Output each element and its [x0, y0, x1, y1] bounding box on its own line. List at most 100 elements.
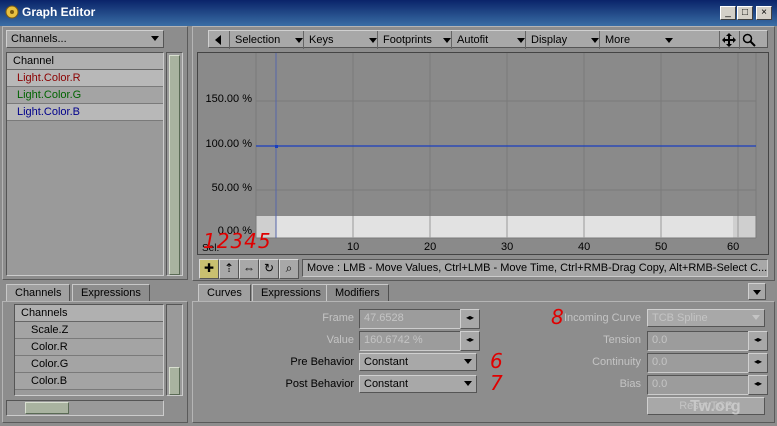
chevron-down-icon: [151, 36, 159, 41]
scroll-thumb[interactable]: [169, 367, 180, 395]
spin-arrows-icon: ◂▸: [753, 335, 763, 344]
chevron-down-icon: [517, 38, 525, 43]
roll-tool-button[interactable]: ↻: [259, 259, 279, 279]
menu-more[interactable]: More: [599, 31, 677, 49]
tab-modifiers[interactable]: Modifiers: [326, 284, 389, 301]
horizontal-scrollbar[interactable]: [6, 400, 164, 416]
x-tick-label: 30: [501, 241, 514, 253]
pre-behavior-dropdown[interactable]: Constant: [359, 353, 477, 371]
chevron-down-icon: [464, 359, 472, 364]
y-tick-label: 50.00 %: [211, 182, 252, 194]
tab-lower-expressions[interactable]: Expressions: [252, 284, 330, 301]
list-item[interactable]: Light.Color.R: [7, 70, 163, 87]
chevron-down-icon: [665, 38, 673, 43]
graph-canvas: [255, 53, 757, 239]
annotation-6: 6: [490, 349, 503, 373]
rotate-icon: ↻: [263, 261, 275, 275]
menu-keys[interactable]: Keys: [303, 31, 381, 49]
app-icon: [4, 4, 20, 20]
curve-graph[interactable]: 150.00 % 100.00 % 50.00 % 0.00 % 10 20 3…: [197, 52, 769, 255]
value-spinner[interactable]: ◂▸: [460, 331, 480, 351]
bottom-list-scrollbar[interactable]: [166, 304, 183, 396]
list-item[interactable]: Color.R: [15, 339, 163, 356]
x-tick-label: 60: [727, 241, 740, 253]
frame-spinner[interactable]: ◂▸: [460, 309, 480, 329]
tension-input[interactable]: 0.0: [647, 331, 751, 351]
magnifier-icon: ⌕: [285, 261, 293, 275]
spin-arrows-icon: ◂▸: [753, 379, 763, 388]
pre-behavior-label: Pre Behavior: [290, 356, 354, 368]
bottom-list-header: Channels: [15, 305, 163, 322]
pan-button[interactable]: [719, 31, 740, 49]
close-button[interactable]: ×: [756, 6, 772, 20]
list-item[interactable]: Color.G: [15, 356, 163, 373]
incoming-curve-dropdown[interactable]: TCB Spline: [647, 309, 765, 327]
tension-label: Tension: [603, 334, 641, 346]
move-key-tool-button[interactable]: ⇡: [219, 259, 239, 279]
window-title: Graph Editor: [22, 5, 96, 19]
list-item[interactable]: Light.Color.G: [7, 87, 163, 104]
frame-input[interactable]: 47.6528: [359, 309, 463, 329]
zoom-tool-button[interactable]: ⌕: [279, 259, 299, 279]
title-bar: [0, 0, 777, 26]
chevron-down-icon: [752, 315, 760, 320]
minimize-button[interactable]: _: [720, 6, 736, 20]
channel-list-scrollbar[interactable]: [166, 52, 183, 276]
graph-menubar: Selection Keys Footprints Autofit Displa…: [208, 30, 768, 49]
key-move-icon: ⇡: [223, 261, 235, 275]
menu-display[interactable]: Display: [525, 31, 603, 49]
stretch-icon: ⇔: [243, 261, 255, 275]
scroll-thumb[interactable]: [25, 402, 69, 414]
post-behavior-dropdown[interactable]: Constant: [359, 375, 477, 393]
curve-key: [275, 145, 278, 148]
plus-icon: ✚: [203, 261, 215, 275]
x-tick-label: 20: [424, 241, 437, 253]
list-item[interactable]: Color.B: [15, 373, 163, 390]
channel-list-header: Channel: [7, 53, 163, 70]
watermark: Tw.org: [690, 398, 741, 415]
menu-autofit[interactable]: Autofit: [451, 31, 529, 49]
magnifier-icon: [742, 33, 756, 47]
bias-label: Bias: [619, 378, 641, 390]
continuity-spinner[interactable]: ◂▸: [748, 353, 768, 373]
spin-arrows-icon: ◂▸: [465, 313, 475, 322]
value-label: Value: [326, 334, 354, 346]
chevron-down-icon: [753, 290, 761, 295]
post-behavior-label: Post Behavior: [285, 378, 354, 390]
tension-spinner[interactable]: ◂▸: [748, 331, 768, 351]
stretch-tool-button[interactable]: ⇔: [239, 259, 259, 279]
tab-expressions[interactable]: Expressions: [72, 284, 150, 301]
continuity-input[interactable]: 0.0: [647, 353, 751, 373]
y-tick-label: 100.00 %: [205, 138, 252, 150]
spin-arrows-icon: ◂▸: [465, 335, 475, 344]
bias-spinner[interactable]: ◂▸: [748, 375, 768, 395]
scroll-thumb[interactable]: [169, 55, 180, 275]
annotation-7: 7: [490, 371, 503, 395]
zoom-button[interactable]: [739, 31, 760, 49]
channels-dropdown[interactable]: Channels...: [6, 30, 164, 48]
list-item[interactable]: Light.Color.B: [7, 104, 163, 121]
y-tick-label: 150.00 %: [205, 93, 252, 105]
bottom-channel-list: Channels Scale.Z Color.R Color.G Color.B: [14, 304, 164, 396]
chevron-down-icon: [464, 381, 472, 386]
chevron-down-icon: [369, 38, 377, 43]
x-tick-label: 10: [347, 241, 360, 253]
chevron-left-icon: [215, 35, 221, 45]
lower-panel-menu-button[interactable]: [748, 283, 766, 300]
chevron-down-icon: [295, 38, 303, 43]
menu-footprints[interactable]: Footprints: [377, 31, 455, 49]
value-input[interactable]: 160.6742 %: [359, 331, 463, 351]
frame-label: Frame: [322, 312, 354, 324]
add-key-tool-button[interactable]: ✚: [199, 259, 219, 279]
continuity-label: Continuity: [592, 356, 641, 368]
status-bar: Move : LMB - Move Values, Ctrl+LMB - Mov…: [302, 259, 768, 277]
bias-input[interactable]: 0.0: [647, 375, 751, 395]
spin-arrows-icon: ◂▸: [753, 357, 763, 366]
menu-selection[interactable]: Selection: [229, 31, 307, 49]
maximize-button[interactable]: □: [737, 6, 753, 20]
x-tick-label: 40: [578, 241, 591, 253]
channel-list: Channel Light.Color.R Light.Color.G Ligh…: [6, 52, 164, 276]
list-item[interactable]: Scale.Z: [15, 322, 163, 339]
tab-curves[interactable]: Curves: [198, 284, 251, 301]
tab-channels[interactable]: Channels: [6, 284, 71, 301]
